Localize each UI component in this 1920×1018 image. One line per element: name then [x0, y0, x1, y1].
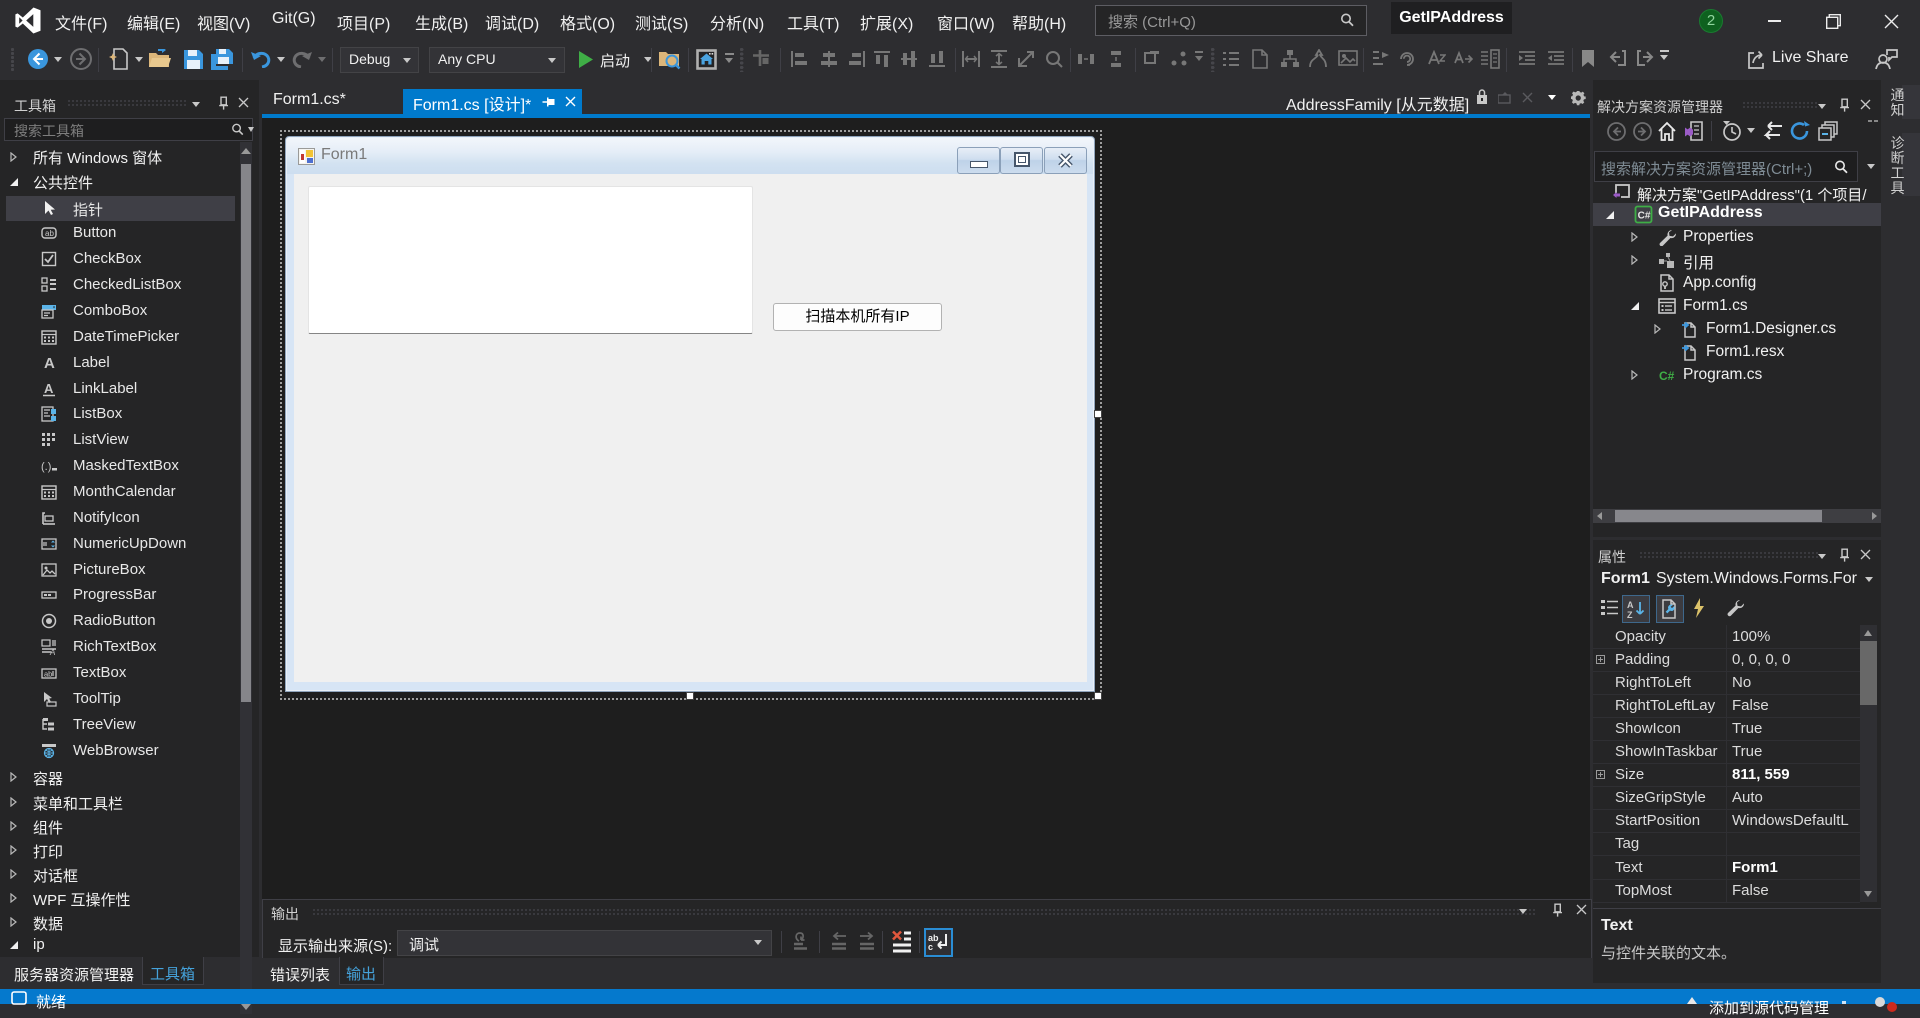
svg-text:A: A [44, 381, 54, 396]
svg-text:A: A [49, 648, 55, 655]
svg-text:A: A [44, 355, 55, 371]
svg-text:ab: ab [45, 229, 54, 238]
svg-text:(.): (.) [41, 461, 51, 473]
svg-text:C#: C# [1659, 369, 1675, 383]
svg-text:c: c [928, 942, 933, 952]
svg-text:C#: C# [1638, 211, 1651, 222]
svg-text:ab: ab [44, 669, 52, 678]
svg-text:Z: Z [1627, 610, 1633, 619]
svg-text:A: A [1627, 600, 1634, 610]
